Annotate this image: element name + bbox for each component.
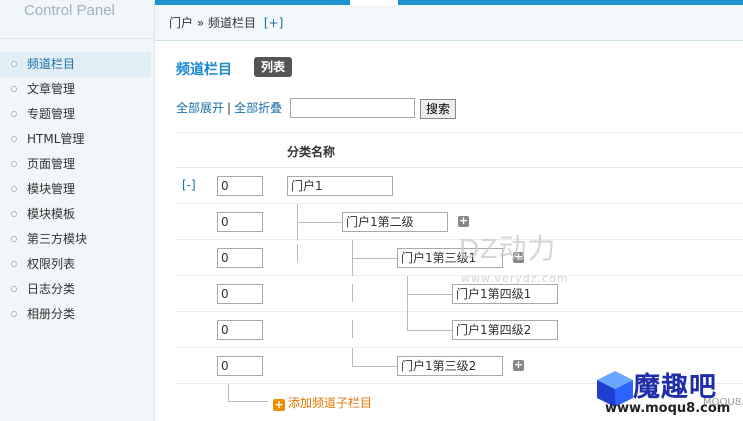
bullet-icon: [11, 136, 17, 142]
bullet-icon: [11, 211, 17, 217]
sidebar-item-album-categories[interactable]: 相册分类: [0, 302, 151, 327]
table-row: [-] 0 门户1: [176, 168, 743, 204]
add-sub-icon[interactable]: +: [513, 251, 524, 263]
breadcrumb: 门户 » 频道栏目 [+]: [155, 5, 743, 41]
order-input[interactable]: 0: [217, 212, 263, 232]
category-name-input[interactable]: 门户1第三级2: [397, 356, 503, 376]
expand-all-link[interactable]: 全部展开: [176, 101, 224, 115]
category-name-input[interactable]: 门户1: [287, 176, 393, 196]
sidebar-menu: 频道栏目 文章管理 专题管理 HTML管理 页面管理 模块管理 模块模板 第三方…: [0, 52, 151, 327]
sidebar-item-label: 相册分类: [27, 307, 76, 321]
tree-line: [407, 294, 452, 295]
order-input[interactable]: 0: [217, 320, 263, 340]
control-panel-title: Control Panel: [24, 2, 115, 19]
sidebar-item-html[interactable]: HTML管理: [0, 127, 151, 152]
sidebar-item-channel[interactable]: 频道栏目: [0, 52, 151, 77]
add-child-channel-link[interactable]: + 添加频道子栏目: [273, 394, 372, 411]
category-name-input[interactable]: 门户1第三级1: [397, 248, 503, 268]
order-input[interactable]: 0: [217, 284, 263, 304]
sidebar-item-label: 模块模板: [27, 207, 76, 221]
tree-line: [297, 244, 298, 262]
table-row: 0 门户1第四级1: [176, 276, 743, 312]
tree-line: [228, 384, 229, 401]
add-sub-icon[interactable]: +: [458, 215, 469, 227]
sidebar: Control Panel 频道栏目 文章管理 专题管理 HTML管理 页面管理…: [0, 0, 155, 421]
add-child-label: 添加频道子栏目: [288, 396, 373, 410]
bullet-icon: [11, 161, 17, 167]
sidebar-item-label: 专题管理: [27, 107, 76, 121]
list-tab[interactable]: 列表: [254, 57, 293, 77]
bullet-icon: [11, 86, 17, 92]
bullet-icon: [11, 286, 17, 292]
sidebar-item-label: 频道栏目: [27, 57, 76, 71]
sidebar-item-modules[interactable]: 模块管理: [0, 177, 151, 202]
search-input[interactable]: [290, 98, 415, 118]
order-input[interactable]: 0: [217, 248, 263, 268]
breadcrumb-separator: »: [196, 16, 205, 30]
bullet-icon: [11, 236, 17, 242]
sidebar-item-label: 页面管理: [27, 157, 76, 171]
sidebar-item-label: 权限列表: [27, 257, 76, 271]
sidebar-item-label: 第三方模块: [27, 232, 88, 246]
bullet-icon: [11, 186, 17, 192]
order-input[interactable]: 0: [217, 176, 263, 196]
table-row: 0 门户1第三级1 +: [176, 240, 743, 276]
sidebar-item-log-categories[interactable]: 日志分类: [0, 277, 151, 302]
tree-line: [228, 401, 268, 402]
tree-line: [407, 312, 408, 330]
category-table: 分类名称 [-] 0 门户1 0 门户1第二级 + 0 门户1第三级1 + 0: [176, 132, 743, 411]
site-logo: 魔趣吧 MOQU8.com www.moqu8.com: [595, 363, 743, 421]
bullet-icon: [11, 311, 17, 317]
tree-line: [297, 222, 342, 223]
breadcrumb-current: 频道栏目: [208, 16, 257, 30]
sidebar-item-label: 文章管理: [27, 82, 76, 96]
toolbar: 全部展开 | 全部折叠 搜索: [176, 97, 456, 119]
bullet-icon: [11, 61, 17, 67]
toolbar-divider: |: [227, 101, 232, 115]
column-header-name: 分类名称: [287, 145, 336, 159]
tree-line: [352, 284, 353, 302]
order-input[interactable]: 0: [217, 356, 263, 376]
sidebar-item-label: 日志分类: [27, 282, 76, 296]
bullet-icon: [11, 111, 17, 117]
category-name-input[interactable]: 门户1第二级: [342, 212, 448, 232]
add-icon: +: [273, 398, 285, 411]
table-row: 0 门户1第四级2: [176, 312, 743, 348]
category-name-input[interactable]: 门户1第四级2: [452, 320, 558, 340]
bullet-icon: [11, 261, 17, 267]
sidebar-item-label: HTML管理: [27, 132, 85, 146]
breadcrumb-root[interactable]: 门户: [169, 16, 193, 30]
category-name-input[interactable]: 门户1第四级1: [452, 284, 558, 304]
collapse-toggle[interactable]: [-]: [182, 178, 196, 192]
breadcrumb-add-button[interactable]: [+]: [264, 16, 283, 30]
sidebar-item-topics[interactable]: 专题管理: [0, 102, 151, 127]
table-row: 0 门户1第二级 +: [176, 204, 743, 240]
sidebar-item-module-templates[interactable]: 模块模板: [0, 202, 151, 227]
logo-url: www.moqu8.com: [605, 401, 731, 416]
tree-line: [407, 330, 452, 331]
sidebar-item-label: 模块管理: [27, 182, 76, 196]
page-title: 频道栏目: [176, 62, 232, 78]
tree-line: [352, 366, 397, 367]
sidebar-divider: [0, 38, 155, 39]
tree-line: [352, 320, 353, 338]
tree-line: [352, 348, 353, 366]
table-header: 分类名称: [176, 132, 743, 168]
search-button[interactable]: 搜索: [420, 99, 456, 119]
add-sub-icon[interactable]: +: [513, 359, 524, 371]
sidebar-item-pages[interactable]: 页面管理: [0, 152, 151, 177]
sidebar-item-permissions[interactable]: 权限列表: [0, 252, 151, 277]
sidebar-item-third-party[interactable]: 第三方模块: [0, 227, 151, 252]
sidebar-item-articles[interactable]: 文章管理: [0, 77, 151, 102]
collapse-all-link[interactable]: 全部折叠: [234, 101, 282, 115]
tree-line: [352, 258, 397, 259]
